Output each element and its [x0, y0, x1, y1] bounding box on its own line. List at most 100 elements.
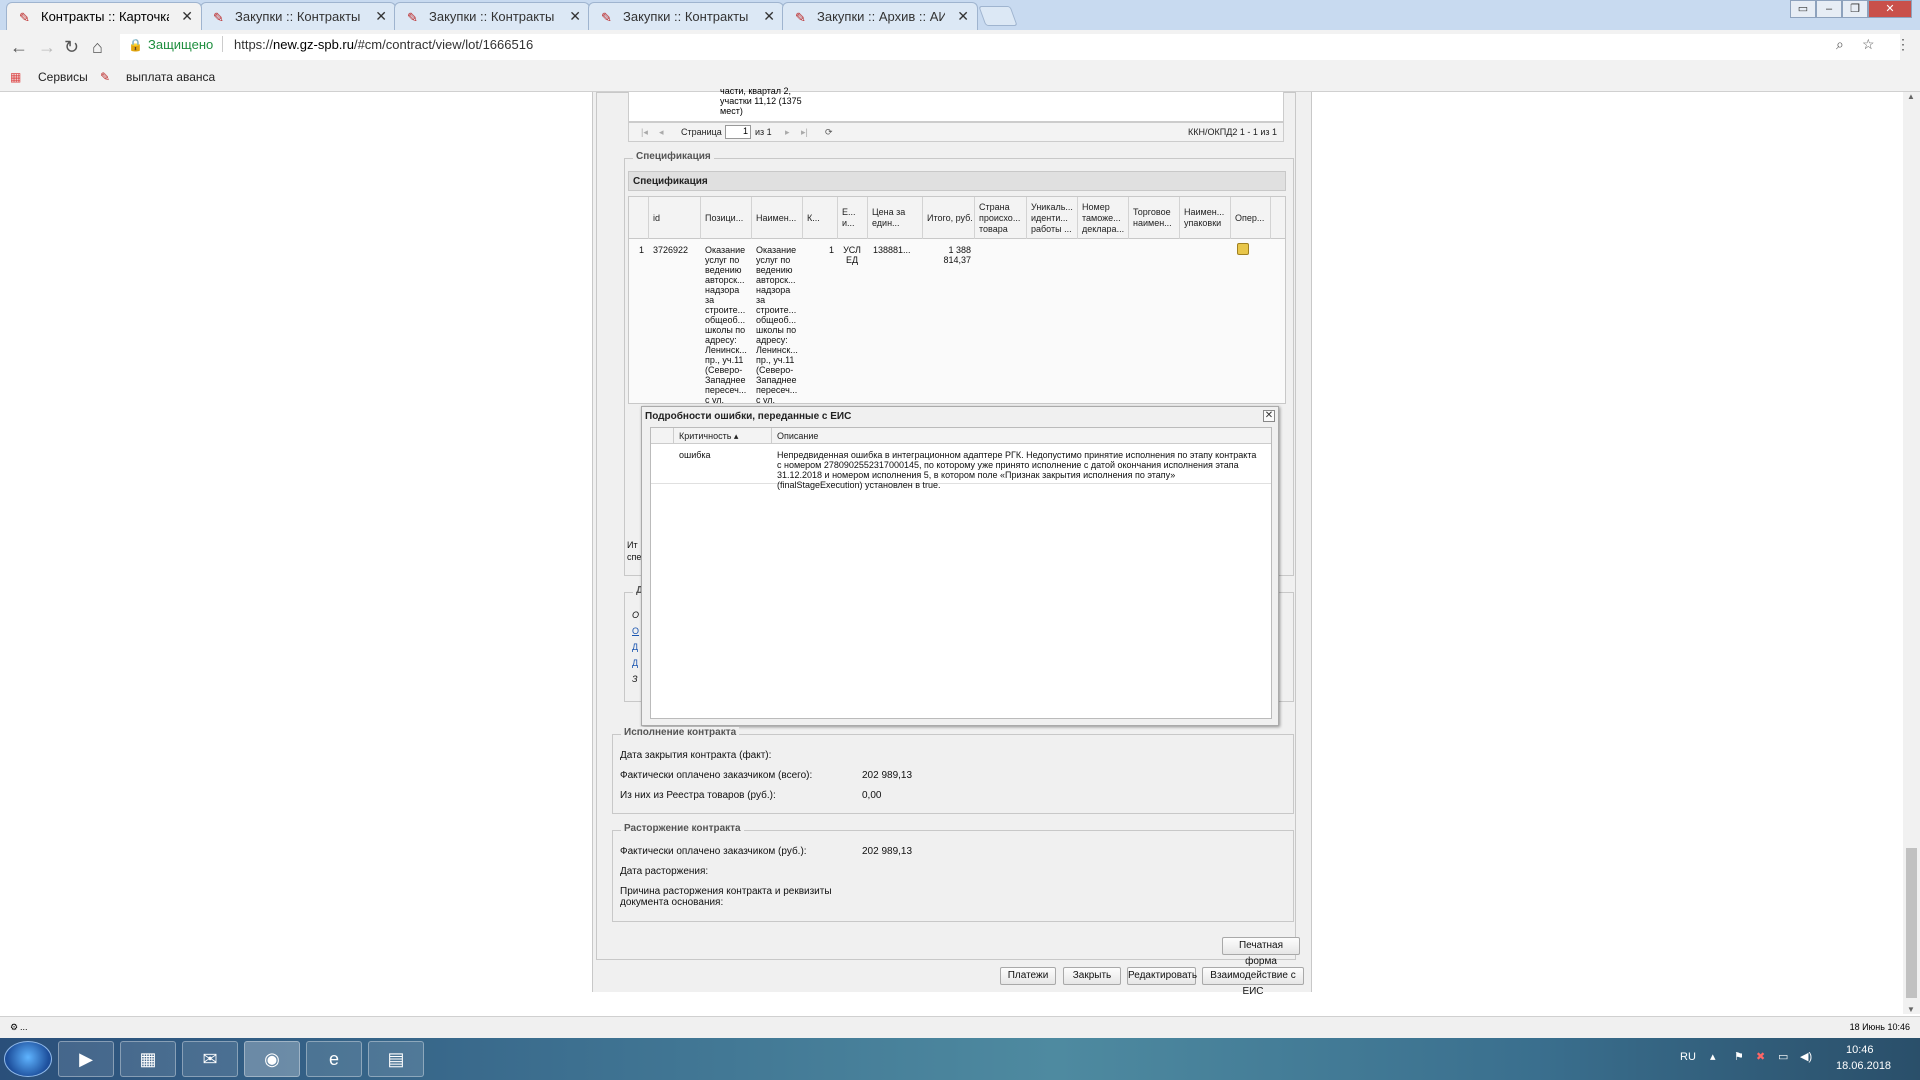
scroll-up-icon[interactable]: ▲ — [1907, 92, 1915, 101]
col-operations[interactable]: Опер... — [1231, 197, 1271, 239]
last-page-icon[interactable]: ▸| — [801, 127, 808, 138]
close-icon[interactable]: ✕ — [1263, 410, 1275, 422]
action-center-flag-icon[interactable]: ⚑ — [1734, 1050, 1744, 1063]
specification-legend: Спецификация — [633, 151, 714, 162]
tab-purchases-1[interactable]: ✎ Закупки :: Контракты на ✕ — [200, 2, 396, 30]
col-unique-id[interactable]: Уникаль... иденти... работы ... — [1027, 197, 1078, 239]
col-severity[interactable]: Критичность ▴ — [679, 431, 738, 442]
browser-tab-strip: ✎ Контракты :: Карточка к ✕ ✎ Закупки ::… — [0, 0, 1920, 30]
tab-purchases-archive[interactable]: ✎ Закупки :: Архив :: АИС Г ✕ — [782, 2, 978, 30]
print-form-button[interactable]: Печатная форма — [1222, 937, 1300, 967]
error-severity: ошибка — [679, 450, 711, 460]
termination-fieldset: Расторжение контракта — [612, 823, 1294, 922]
bookmark-advance-payment[interactable]: выплата аванса — [126, 70, 215, 84]
chrome-icon[interactable]: ◉ — [244, 1041, 300, 1077]
scroll-down-icon[interactable]: ▼ — [1907, 1005, 1915, 1014]
document-link[interactable]: О — [632, 626, 639, 636]
col-trade-name[interactable]: Торговое наимен... — [1129, 197, 1180, 239]
col-price[interactable]: Цена за един... — [868, 197, 923, 239]
edit-operation-icon[interactable] — [1237, 243, 1249, 255]
error-row[interactable]: ошибка Непредвиденная ошибка в интеграци… — [651, 444, 1271, 490]
document-link[interactable]: Д — [632, 642, 638, 652]
refresh-icon[interactable]: ⟳ — [825, 127, 833, 138]
execution-legend: Исполнение контракта — [621, 727, 740, 738]
document-link[interactable]: З — [632, 674, 638, 684]
browser-toolbar: ← → ↻ ⌂ 🔒 Защищено https://new.gz-spb.ru… — [0, 30, 1920, 64]
media-player-icon[interactable]: ▶ — [58, 1041, 114, 1077]
back-arrow-icon[interactable]: ← — [10, 37, 28, 58]
col-unit[interactable]: Е... и... — [838, 197, 868, 239]
prev-page-icon[interactable]: ◂ — [659, 127, 664, 138]
col-total[interactable]: Итого, руб. — [923, 197, 975, 239]
windows-taskbar: ▶ ▦ ✉ ◉ e ▤ RU ▴ ⚑ ✖ ▭ ◀) 10:46 18.06.20… — [0, 1038, 1920, 1080]
file-explorer-icon[interactable]: ▤ — [368, 1041, 424, 1077]
col-qty[interactable]: К... — [803, 197, 838, 239]
calculator-icon[interactable]: ▦ — [120, 1041, 176, 1077]
reload-icon[interactable]: ↻ — [64, 37, 79, 58]
clock-date[interactable]: 18.06.2018 — [1836, 1060, 1891, 1072]
tab-close-icon[interactable]: ✕ — [957, 8, 969, 25]
tab-close-icon[interactable]: ✕ — [375, 8, 387, 25]
bookmark-services[interactable]: Сервисы — [38, 70, 88, 84]
outlook-icon[interactable]: ✉ — [182, 1041, 238, 1077]
user-profile-icon[interactable]: ▭ — [1790, 0, 1816, 18]
col-severity-label: Критичность — [679, 431, 732, 441]
payments-button[interactable]: Платежи — [1000, 967, 1056, 985]
tray-expand-icon[interactable]: ▴ — [1710, 1050, 1716, 1063]
next-page-icon[interactable]: ▸ — [785, 127, 790, 138]
bookmark-star-icon[interactable]: ☆ — [1862, 36, 1875, 53]
site-favicon-icon: ✎ — [407, 10, 418, 25]
first-page-icon[interactable]: |◂ — [641, 127, 648, 138]
zoom-search-icon[interactable]: ⌕ — [1836, 36, 1844, 53]
home-icon[interactable]: ⌂ — [92, 37, 103, 58]
tab-close-icon[interactable]: ✕ — [569, 8, 581, 25]
paid-total-value: 202 989,13 — [862, 770, 913, 781]
new-tab-button[interactable] — [978, 6, 1018, 26]
close-window-button[interactable]: ✕ — [1868, 0, 1912, 18]
clock-time[interactable]: 10:46 — [1846, 1044, 1874, 1056]
goods-registry-label: Из них из Реестра товаров (руб.): — [620, 790, 776, 801]
forward-arrow-icon[interactable]: → — [38, 37, 56, 58]
volume-icon[interactable]: ◀) — [1800, 1050, 1812, 1063]
maximize-window-button[interactable]: ❐ — [1842, 0, 1868, 18]
table-row[interactable]: 1 3726922 Оказание услуг по ведению авто… — [629, 239, 1285, 403]
col-description[interactable]: Описание — [777, 431, 818, 441]
network-error-icon[interactable]: ✖ — [1756, 1050, 1765, 1063]
col-customs[interactable]: Номер таможе... деклара... — [1078, 197, 1129, 239]
col-country[interactable]: Страна происхо... товара — [975, 197, 1027, 239]
url-host: new.gz-spb.ru — [273, 37, 354, 52]
col-packaging[interactable]: Наимен... упаковки — [1180, 197, 1231, 239]
col-name[interactable]: Наимен... — [752, 197, 803, 239]
power-icon[interactable]: ▭ — [1778, 1050, 1788, 1063]
scrollbar-thumb[interactable] — [1906, 848, 1917, 998]
eis-interaction-button[interactable]: Взаимодействие с ЕИС — [1202, 967, 1304, 997]
minimize-window-button[interactable]: – — [1816, 0, 1842, 18]
col-position[interactable]: Позици... — [701, 197, 752, 239]
lock-icon: 🔒 — [128, 38, 143, 52]
apps-grid-icon[interactable]: ▦ — [10, 70, 21, 84]
url-path: /#cm/contract/view/lot/1666516 — [353, 37, 534, 52]
document-link[interactable]: О — [632, 610, 639, 620]
tab-purchases-2[interactable]: ✎ Закупки :: Контракты на ✕ — [394, 2, 590, 30]
row-total: 1 388 814,37 — [943, 245, 971, 265]
edit-button[interactable]: Редактировать — [1127, 967, 1197, 985]
internet-explorer-icon[interactable]: e — [306, 1041, 362, 1077]
tab-purchases-3[interactable]: ✎ Закупки :: Контракты на ✕ — [588, 2, 784, 30]
close-button[interactable]: Закрыть — [1063, 967, 1121, 985]
menu-kebab-icon[interactable]: ⋮ — [1896, 36, 1910, 53]
error-details-dialog: Подробности ошибки, переданные с ЕИС ✕ К… — [641, 406, 1279, 726]
document-link[interactable]: Д — [632, 658, 638, 668]
page-number-input[interactable]: 1 — [725, 125, 751, 139]
column-divider — [673, 428, 674, 444]
goods-registry-value: 0,00 — [862, 790, 882, 801]
site-favicon-icon: ✎ — [795, 10, 806, 25]
url-divider — [222, 36, 223, 52]
url-text[interactable]: https://new.gz-spb.ru/#cm/contract/view/… — [234, 37, 533, 52]
tab-close-icon[interactable]: ✕ — [181, 8, 193, 25]
tab-close-icon[interactable]: ✕ — [763, 8, 775, 25]
tab-title: Закупки :: Архив :: АИС Г — [817, 9, 945, 24]
start-button[interactable] — [4, 1041, 52, 1077]
tab-contracts-card[interactable]: ✎ Контракты :: Карточка к ✕ — [6, 2, 202, 30]
col-id[interactable]: id — [649, 197, 701, 239]
language-indicator[interactable]: RU — [1680, 1051, 1696, 1063]
